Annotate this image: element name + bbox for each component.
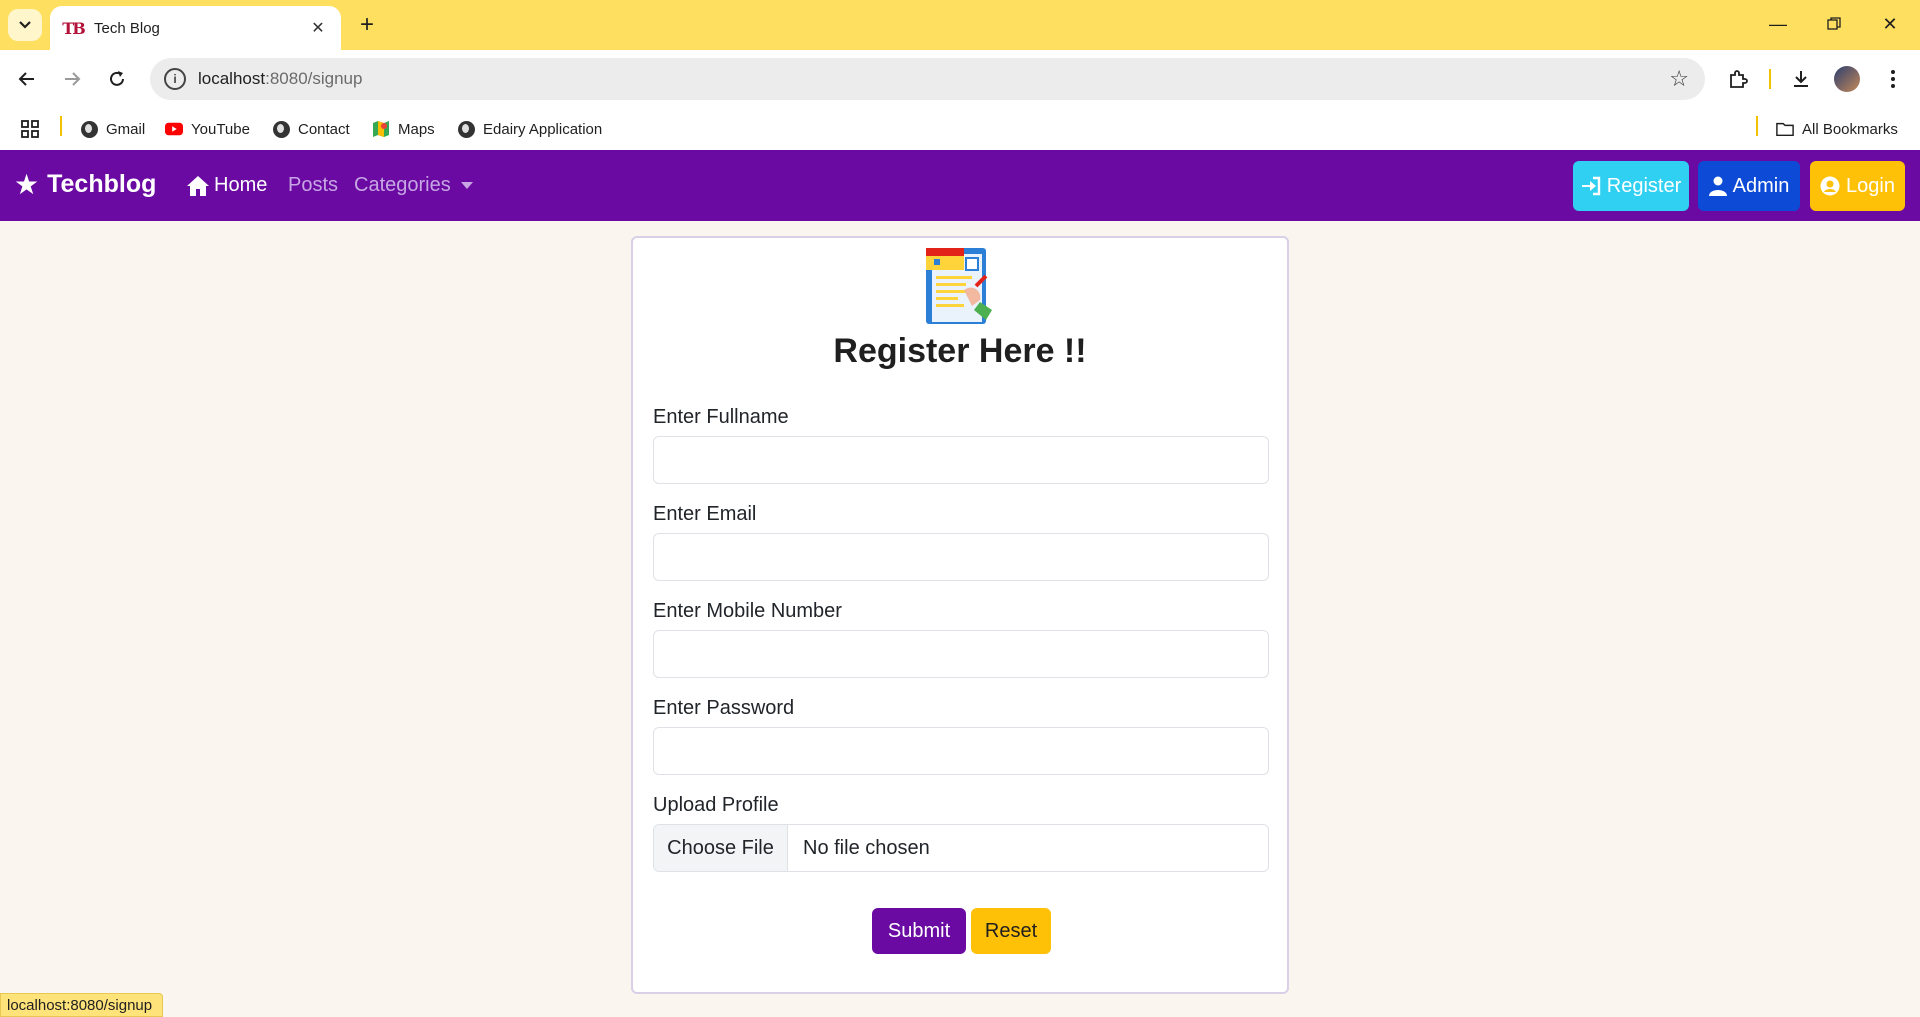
choose-file-button[interactable]: Choose File xyxy=(654,825,788,871)
site-info-icon[interactable]: i xyxy=(164,68,186,90)
register-card: Register Here !! Enter Fullname Enter Em… xyxy=(631,236,1289,994)
browser-tab[interactable]: TB Tech Blog ✕ xyxy=(50,6,341,50)
site-navbar: ★ Techblog Home Posts Categories Registe… xyxy=(0,150,1920,221)
nav-home[interactable]: Home xyxy=(186,174,267,197)
mobile-input[interactable] xyxy=(653,630,1269,678)
url-text[interactable]: localhost:8080/signup xyxy=(198,69,362,89)
user-circle-icon xyxy=(1820,176,1840,196)
fullname-label: Enter Fullname xyxy=(653,406,789,428)
register-heading: Register Here !! xyxy=(833,332,1087,370)
extensions-icon[interactable] xyxy=(1721,62,1755,96)
star-icon: ★ xyxy=(14,169,40,200)
file-status: No file chosen xyxy=(803,836,930,859)
bookmark-youtube[interactable]: YouTube xyxy=(165,116,250,142)
upload-profile-label: Upload Profile xyxy=(653,794,779,816)
nav-posts[interactable]: Posts xyxy=(288,174,338,197)
close-tab-icon[interactable]: ✕ xyxy=(307,17,329,39)
bookmark-label: YouTube xyxy=(191,120,250,138)
fullname-input[interactable] xyxy=(653,436,1269,484)
bookmark-edairy-application[interactable]: Edairy Application xyxy=(457,116,602,142)
login-button[interactable]: Login xyxy=(1810,161,1905,211)
maps-icon xyxy=(372,120,390,138)
globe-icon xyxy=(80,120,98,138)
folder-icon xyxy=(1776,120,1794,138)
sign-in-icon xyxy=(1581,176,1600,196)
brand-logo[interactable]: ★ Techblog xyxy=(14,168,156,201)
tab-title: Tech Blog xyxy=(94,19,160,37)
address-bar[interactable]: i localhost:8080/signup ☆ xyxy=(150,58,1705,100)
tab-favicon-icon: TB xyxy=(62,18,85,38)
email-input[interactable] xyxy=(653,533,1269,581)
minimize-icon[interactable]: — xyxy=(1755,8,1801,40)
register-label: Register xyxy=(1606,174,1682,197)
bookmark-contact[interactable]: Contact xyxy=(272,116,350,142)
reload-icon[interactable] xyxy=(100,62,134,96)
bookmarks-bar: Gmail YouTube Contact Maps Edairy Applic… xyxy=(0,108,1920,150)
tab-strip: TB Tech Blog ✕ + — ✕ xyxy=(0,0,1920,50)
nav-home-label: Home xyxy=(214,174,268,196)
registration-document-icon xyxy=(926,248,992,324)
profile-file-input[interactable]: Choose File No file chosen xyxy=(653,824,1269,872)
browser-toolbar: i localhost:8080/signup ☆ xyxy=(0,50,1920,108)
admin-button[interactable]: Admin xyxy=(1698,161,1800,211)
chevron-down-icon xyxy=(19,21,31,29)
restore-icon[interactable] xyxy=(1811,8,1857,40)
all-bookmarks[interactable]: All Bookmarks xyxy=(1776,116,1898,142)
email-label: Enter Email xyxy=(653,503,757,525)
nav-categories-label: Categories xyxy=(354,174,451,196)
tab-search-button[interactable] xyxy=(8,9,42,41)
nav-categories-dropdown[interactable]: Categories xyxy=(354,174,473,197)
password-label: Enter Password xyxy=(653,697,795,719)
submit-button[interactable]: Submit xyxy=(872,908,966,954)
brand-name: Techblog xyxy=(47,170,157,198)
bookmark-star-icon[interactable]: ☆ xyxy=(1669,66,1689,92)
home-icon xyxy=(187,175,209,196)
nav-posts-label: Posts xyxy=(288,174,339,196)
youtube-icon xyxy=(165,120,183,138)
forward-arrow-icon[interactable] xyxy=(55,62,89,96)
password-input[interactable] xyxy=(653,727,1269,775)
bookmark-label: Contact xyxy=(298,120,350,138)
bookmark-maps[interactable]: Maps xyxy=(372,116,435,142)
status-url-bar: localhost:8080/signup xyxy=(0,993,164,1017)
admin-label: Admin xyxy=(1732,174,1790,197)
bookmark-gmail[interactable]: Gmail xyxy=(80,116,145,142)
new-tab-button[interactable]: + xyxy=(352,10,382,40)
all-bookmarks-label: All Bookmarks xyxy=(1802,120,1898,138)
reset-button[interactable]: Reset xyxy=(971,908,1051,954)
globe-icon xyxy=(272,120,290,138)
bookmark-label: Gmail xyxy=(106,120,146,138)
mobile-label: Enter Mobile Number xyxy=(653,600,842,622)
close-window-icon[interactable]: ✕ xyxy=(1867,8,1913,40)
bookmark-label: Maps xyxy=(398,120,435,138)
apps-grid-icon[interactable] xyxy=(20,116,40,142)
caret-down-icon xyxy=(460,182,473,189)
globe-icon xyxy=(457,120,475,138)
menu-kebab-icon[interactable] xyxy=(1876,62,1910,96)
register-button[interactable]: Register xyxy=(1573,161,1689,211)
profile-avatar[interactable] xyxy=(1830,62,1864,96)
bookmark-label: Edairy Application xyxy=(483,120,603,138)
download-icon[interactable] xyxy=(1784,62,1818,96)
user-icon xyxy=(1708,176,1727,196)
login-label: Login xyxy=(1846,174,1895,197)
back-arrow-icon[interactable] xyxy=(10,62,44,96)
